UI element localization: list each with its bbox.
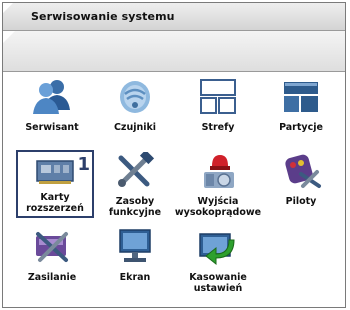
zones-icon [200, 79, 236, 114]
title-bar: Serwisowanie systemu [3, 3, 345, 31]
partitions-icon [284, 82, 318, 112]
tile-label: Czujniki [113, 122, 157, 133]
tile-label: Zasilanie [27, 272, 77, 283]
tile-label: Serwisant [25, 122, 79, 133]
tile-label: Ekran [119, 272, 151, 283]
window-title: Serwisowanie systemu [31, 10, 175, 23]
tile-label-line1: Kasowanie [189, 272, 247, 283]
power-supply-icon [36, 232, 68, 262]
tile-label-line2: wysokoprądowe [174, 207, 262, 218]
tile-label: Partycje [279, 122, 323, 133]
tile-strefy[interactable]: Strefy [177, 78, 259, 144]
siren-icon [204, 155, 234, 188]
tile-serwisant[interactable]: Serwisant [11, 78, 93, 144]
tools-icon [118, 152, 155, 187]
monitor-icon [119, 229, 151, 262]
tile-zasoby-funkcyjne[interactable]: Zasoby funkcyjne [94, 152, 176, 218]
toolbar-corner [3, 31, 15, 43]
tile-label: Piloty [285, 196, 317, 207]
tile-wyjscia-wysokopradowe[interactable]: Wyjścia wysokoprądowe [175, 152, 261, 218]
tile-label-line2: funkcyjne [108, 207, 162, 218]
tile-partycje[interactable]: Partycje [260, 78, 342, 144]
tile-label: Strefy [201, 122, 235, 133]
toolbar-strip [3, 31, 345, 72]
tile-label-line1: Karty [40, 192, 70, 203]
tile-label-line2: ustawień [193, 283, 243, 294]
remote-icon [285, 154, 321, 188]
users-icon [33, 80, 70, 114]
expansion-card-icon [36, 160, 74, 184]
tile-label-line1: Wyjścia [197, 196, 239, 207]
card-count-badge: 1 [77, 154, 90, 175]
tile-zasilanie[interactable]: Zasilanie [11, 228, 93, 294]
tile-label-line1: Zasoby [115, 196, 155, 207]
titlebar-corner [3, 3, 13, 13]
tile-ekran[interactable]: Ekran [94, 228, 176, 294]
reset-icon [199, 233, 235, 266]
tile-karty-rozszerzen[interactable]: 1 Karty rozszerzeń [16, 150, 94, 218]
tile-label-line2: rozszerzeń [26, 203, 84, 214]
tile-kasowanie-ustawien[interactable]: Kasowanie ustawień [177, 228, 259, 294]
tile-piloty[interactable]: Piloty [260, 152, 342, 218]
sensor-icon [120, 81, 150, 113]
tile-czujniki[interactable]: Czujniki [94, 78, 176, 144]
